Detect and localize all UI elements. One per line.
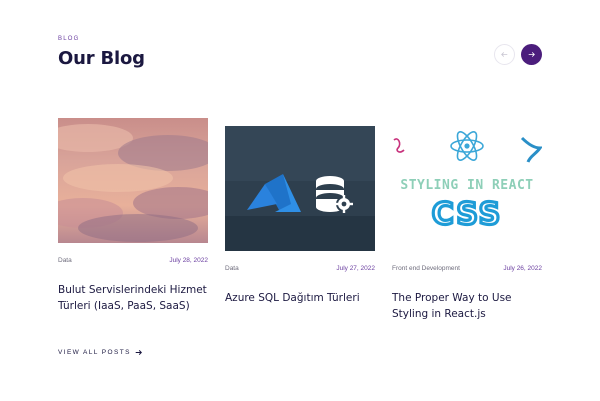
blog-card[interactable]: STYLING IN REACT CSS Front end Developme… [392, 126, 542, 322]
arrow-right-icon [528, 52, 535, 57]
page-title: Our Blog [58, 48, 145, 69]
arrow-right-icon [135, 350, 142, 355]
carousel-prev-button[interactable] [494, 44, 515, 65]
blog-card[interactable]: Data July 27, 2022 Azure SQL Dağıtım Tür… [225, 126, 375, 306]
post-category[interactable]: Data [58, 257, 72, 264]
post-date: July 26, 2022 [503, 265, 542, 272]
view-all-label: VIEW ALL POSTS [58, 349, 131, 356]
post-category[interactable]: Front end Development [392, 265, 460, 272]
post-thumbnail[interactable]: STYLING IN REACT CSS [392, 126, 542, 251]
arrow-left-icon [501, 52, 508, 57]
carousel-next-button[interactable] [521, 44, 542, 65]
post-thumbnail[interactable] [225, 126, 375, 251]
post-date: July 28, 2022 [169, 257, 208, 264]
post-title[interactable]: Azure SQL Dağıtım Türleri [225, 290, 375, 306]
view-all-posts-link[interactable]: VIEW ALL POSTS [58, 349, 142, 356]
post-image-css: CSS [432, 197, 502, 232]
post-title[interactable]: Bulut Servislerindeki Hizmet Türleri (Ia… [58, 282, 208, 314]
post-thumbnail[interactable] [58, 118, 208, 243]
post-title[interactable]: The Proper Way to Use Styling in React.j… [392, 290, 542, 322]
post-date: July 27, 2022 [336, 265, 375, 272]
post-image-heading: STYLING IN REACT [400, 178, 533, 193]
blog-card[interactable]: Data July 28, 2022 Bulut Servislerindeki… [58, 118, 208, 314]
post-category[interactable]: Data [225, 265, 239, 272]
blog-eyebrow: BLOG [58, 36, 80, 42]
